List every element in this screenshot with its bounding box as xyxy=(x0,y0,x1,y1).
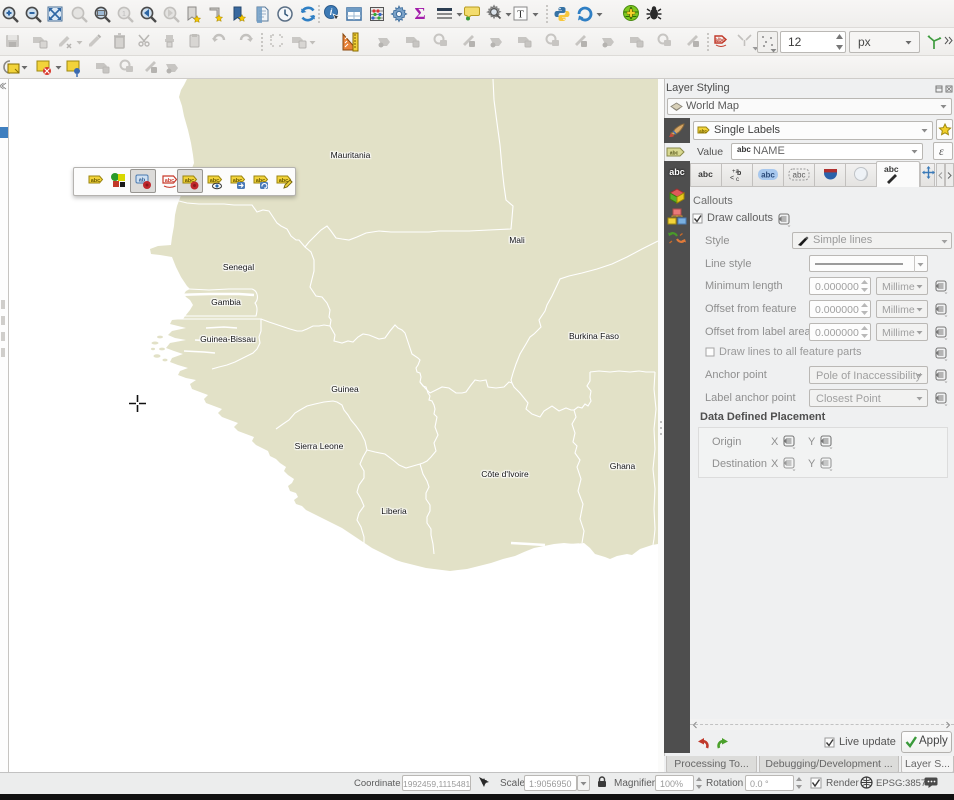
svg-text:abc: abc xyxy=(91,178,100,184)
svg-text:abc: abc xyxy=(699,129,707,134)
svg-text:b: b xyxy=(737,170,741,177)
svg-text:abc: abc xyxy=(714,37,726,44)
svg-text:abc: abc xyxy=(761,171,775,180)
svg-text:c: c xyxy=(736,177,739,183)
svg-text:abc: abc xyxy=(793,171,806,180)
svg-text:1: 1 xyxy=(122,11,126,18)
svg-text:T: T xyxy=(517,9,524,21)
svg-text:<: < xyxy=(730,175,734,182)
svg-text:abc: abc xyxy=(165,178,174,184)
svg-text:abc: abc xyxy=(670,151,679,157)
svg-text:Σ: Σ xyxy=(414,4,425,22)
